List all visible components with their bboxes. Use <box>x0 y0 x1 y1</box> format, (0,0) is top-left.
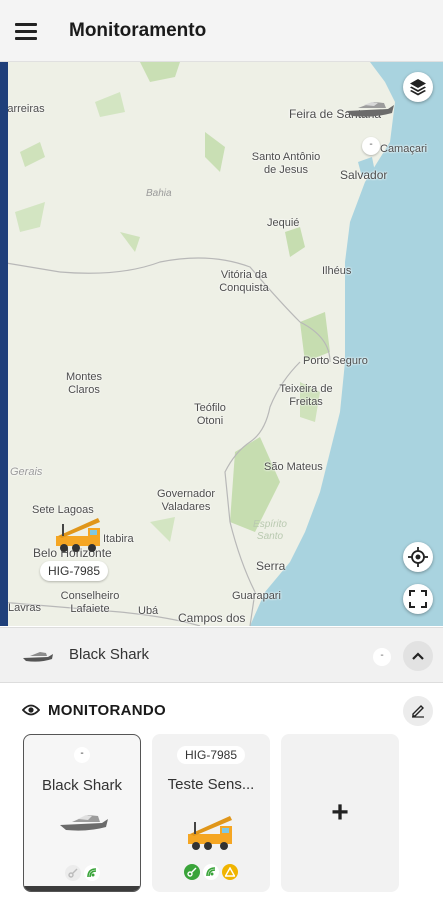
city-label: Jequié <box>267 217 300 229</box>
collapse-button[interactable] <box>403 641 433 671</box>
key-on-icon <box>184 864 200 880</box>
vehicle-card[interactable]: - Black Shark <box>23 734 141 892</box>
city-label: Conselheiro Lafaiete <box>60 590 120 615</box>
city-label: Campos dos <box>178 611 246 625</box>
warning-icon <box>222 864 238 880</box>
city-label: Salvador <box>340 168 388 182</box>
map-view[interactable]: Bahia Espírito Santo Barreiras Feira de … <box>0 62 443 626</box>
vehicle-plate-tag: HIG-7985 <box>40 561 109 581</box>
city-label: Ubá <box>138 605 159 617</box>
city-label: São Mateus <box>264 461 323 473</box>
add-vehicle-card[interactable]: + <box>281 734 399 892</box>
signal-icon <box>203 864 219 880</box>
layers-icon <box>410 79 426 96</box>
boat-icon <box>60 815 108 831</box>
vehicle-card-chip: HIG-7985 <box>176 746 246 764</box>
crosshair-icon <box>408 547 428 567</box>
city-label: Porto Seguro <box>303 355 368 367</box>
signal-icon <box>83 865 100 881</box>
key-off-icon <box>64 865 81 881</box>
boat-icon <box>23 652 53 662</box>
city-label: Teixeira de Freitas <box>279 383 333 408</box>
selected-vehicle-name: Black Shark <box>69 646 150 663</box>
add-icon: + <box>331 796 349 829</box>
city-label: Teófilo Otoni <box>194 402 226 427</box>
eye-icon <box>22 704 40 716</box>
city-label: Camaçari <box>380 143 428 155</box>
crane-truck-icon <box>188 816 232 850</box>
map-edge-bar <box>0 62 8 626</box>
city-label: Santo Antônio de Jesus <box>251 151 321 176</box>
selected-vehicle-bar[interactable]: Black Shark - <box>0 627 443 683</box>
city-label: Gerais <box>10 466 43 478</box>
vehicle-card[interactable]: HIG-7985 Teste Sens... <box>152 734 270 892</box>
region-label-espirito-santo: Espírito Santo <box>253 519 287 542</box>
page-title: Monitoramento <box>69 20 207 41</box>
chevron-up-icon <box>412 652 424 660</box>
layers-button[interactable] <box>403 72 433 102</box>
city-label: Guarapari <box>232 590 281 602</box>
crane-truck-icon[interactable] <box>52 516 108 556</box>
selected-vehicle-status: - <box>373 648 391 666</box>
city-label: Lavras <box>8 602 42 614</box>
edit-icon <box>412 705 424 718</box>
vehicle-card-status <box>152 864 270 880</box>
city-label: Governador Valadares <box>156 488 216 513</box>
vehicle-card-status <box>24 865 140 881</box>
section-title-monitoring: MONITORANDO <box>48 702 167 719</box>
app-bar: Monitoramento <box>0 0 443 62</box>
selected-card-indicator <box>24 886 140 891</box>
fullscreen-icon <box>409 590 427 608</box>
fullscreen-button[interactable] <box>403 584 433 614</box>
boat-icon[interactable] <box>344 96 396 120</box>
city-label: Vitória da Conquista <box>219 269 269 294</box>
vehicle-card-chip: - <box>74 747 90 763</box>
locate-button[interactable] <box>403 542 433 572</box>
city-label: Serra <box>256 559 286 573</box>
city-label: Ilhéus <box>322 265 352 277</box>
vehicle-status-tag: - <box>362 137 380 155</box>
region-label-bahia: Bahia <box>146 188 172 199</box>
vehicle-card-name: Black Shark <box>41 777 123 794</box>
hamburger-menu-icon[interactable] <box>12 17 40 45</box>
city-label: Montes Claros <box>65 371 103 396</box>
edit-button[interactable] <box>403 696 433 726</box>
vehicle-card-name: Teste Sens... <box>167 776 255 793</box>
